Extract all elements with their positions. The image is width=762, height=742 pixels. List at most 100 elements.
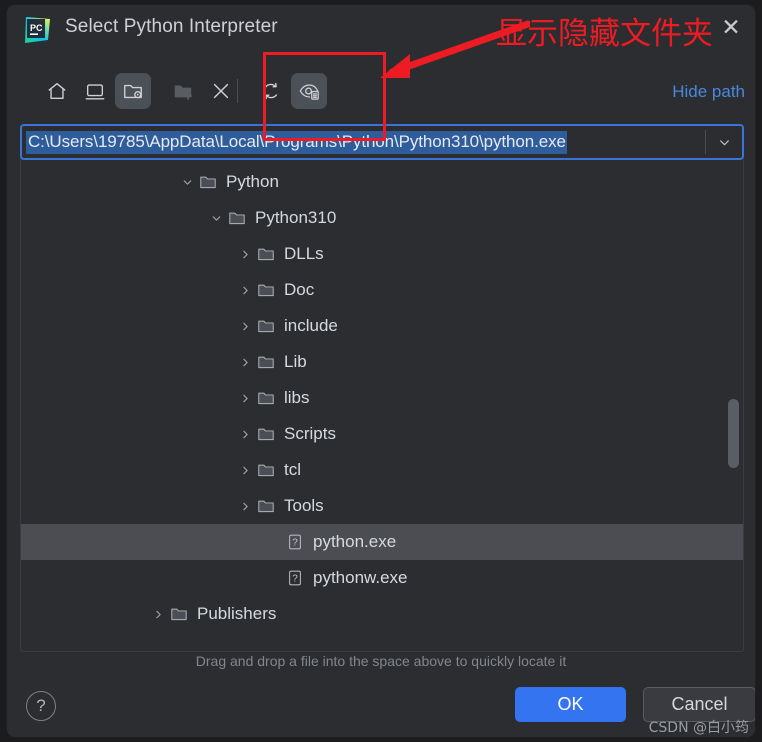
tree-row[interactable]: ? python.exe (21, 524, 743, 560)
tree-row[interactable]: ? pythonw.exe (21, 560, 743, 596)
path-history-dropdown[interactable] (706, 126, 742, 158)
svg-text:?: ? (292, 574, 298, 585)
tree-twisty[interactable] (176, 164, 198, 200)
tree-row[interactable]: include (21, 308, 743, 344)
tree-row-label: Scripts (284, 424, 336, 443)
chevron-right-icon (242, 322, 248, 330)
tree-twisty[interactable] (234, 272, 256, 308)
tree-row-label: Lib (284, 352, 307, 371)
chevron-down-icon (183, 179, 191, 185)
ok-button[interactable]: OK (515, 687, 626, 722)
folder-icon (229, 212, 245, 225)
home-button[interactable] (39, 73, 75, 109)
annotation-text: 显示隐藏文件夹 (496, 16, 713, 52)
tree-twisty[interactable] (205, 200, 227, 236)
tree-row-label: Publishers (197, 604, 277, 623)
tree-row-label: Doc (284, 280, 315, 299)
tree-row[interactable]: libs (21, 380, 743, 416)
chevron-right-icon (155, 610, 161, 618)
chevron-right-icon (242, 358, 248, 366)
folder-dot-icon (124, 84, 142, 99)
tree-row-icon (169, 596, 189, 632)
chevron-right-icon (242, 250, 248, 258)
tree-row[interactable]: DLLs (21, 236, 743, 272)
tree-row[interactable]: Publishers (21, 596, 743, 632)
tree-row-icon (198, 164, 218, 200)
folder-icon (171, 608, 187, 621)
tree-row-icon (256, 380, 276, 416)
refresh-icon (264, 82, 278, 100)
close-icon[interactable]: ✕ (715, 13, 747, 43)
folder-icon (258, 428, 274, 441)
page-title: Select Python Interpreter (65, 16, 278, 37)
tree-row[interactable]: Lib (21, 344, 743, 380)
tree-row-icon (256, 452, 276, 488)
hide-path-link[interactable]: Hide path (672, 82, 745, 102)
delete-button[interactable] (203, 73, 239, 109)
folder-icon (258, 284, 274, 297)
tree-row-label: Python310 (255, 208, 337, 227)
tree-scrollbar-thumb[interactable] (728, 399, 739, 468)
path-input[interactable]: C:\Users\19785\AppData\Local\Programs\Py… (22, 126, 705, 158)
folder-icon (258, 464, 274, 477)
drag-drop-hint: Drag and drop a file into the space abov… (195, 653, 567, 669)
desktop-button[interactable] (77, 73, 113, 109)
tree-row-label: pythonw.exe (313, 568, 408, 587)
toolbar: Hide path (7, 71, 755, 123)
folder-icon (258, 248, 274, 261)
watermark: CSDN @白小筠 (648, 720, 749, 736)
svg-text:PC: PC (30, 23, 43, 33)
toolbar-separator (149, 79, 150, 103)
folder-icon (258, 500, 274, 513)
tree-row-icon (256, 272, 276, 308)
path-field[interactable]: C:\Users\19785\AppData\Local\Programs\Py… (20, 124, 744, 160)
project-folder-button[interactable] (115, 73, 151, 109)
folder-icon (200, 176, 216, 189)
chevron-right-icon (242, 394, 248, 402)
tree-row-icon (256, 488, 276, 524)
eye-hidden-files-icon (299, 84, 319, 100)
tree-row[interactable]: Python (21, 164, 743, 200)
tree-row-label: Tools (284, 496, 324, 515)
tree-twisty[interactable] (234, 380, 256, 416)
chevron-right-icon (242, 286, 248, 294)
show-hidden-files-button[interactable] (291, 73, 327, 109)
tree-row[interactable]: Doc (21, 272, 743, 308)
pycharm-logo: PC (25, 17, 50, 43)
folder-icon (258, 356, 274, 369)
chevron-right-icon (242, 466, 248, 474)
tree-row[interactable]: Scripts (21, 416, 743, 452)
home-icon (48, 82, 66, 100)
tree-row-icon: ? (285, 560, 305, 596)
tree-twisty[interactable] (234, 452, 256, 488)
tree-row-label: tcl (284, 460, 301, 479)
new-folder-icon (174, 85, 193, 101)
chevron-down-icon (719, 139, 729, 145)
file-tree-panel[interactable]: CommonPythonPython310DLLsDocincludeLibli… (20, 149, 744, 652)
tree-row-icon (256, 308, 276, 344)
tree-twisty[interactable] (234, 308, 256, 344)
tree-twisty[interactable] (234, 344, 256, 380)
tree-twisty (263, 560, 285, 596)
tree-row-label: include (284, 316, 338, 335)
refresh-button[interactable] (253, 73, 289, 109)
chevron-down-icon (212, 215, 220, 221)
file-tree: CommonPythonPython310DLLsDocincludeLibli… (21, 150, 743, 632)
tree-twisty[interactable] (234, 236, 256, 272)
tree-row-icon (227, 200, 247, 236)
tree-row-icon: ? (285, 524, 305, 560)
tree-twisty[interactable] (234, 416, 256, 452)
folder-icon (258, 320, 274, 333)
tree-twisty[interactable] (234, 488, 256, 524)
tree-twisty[interactable] (147, 596, 169, 632)
tree-row-label: DLLs (284, 244, 324, 263)
help-button[interactable]: ? (26, 691, 56, 721)
tree-row-label: libs (284, 388, 310, 407)
new-folder-button[interactable] (165, 73, 201, 109)
svg-text:?: ? (292, 538, 298, 549)
chevron-right-icon (242, 502, 248, 510)
toolbar-separator (237, 79, 238, 103)
tree-row[interactable]: Tools (21, 488, 743, 524)
tree-row[interactable]: tcl (21, 452, 743, 488)
tree-row[interactable]: Python310 (21, 200, 743, 236)
